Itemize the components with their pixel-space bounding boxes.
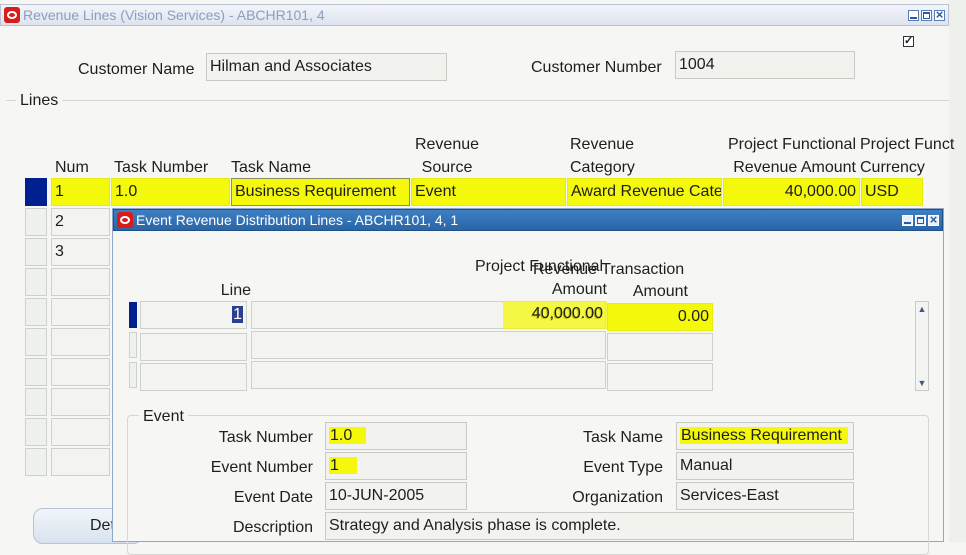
row-selector[interactable] (25, 418, 47, 446)
row-1-num[interactable]: 1 (51, 178, 110, 206)
event-number-field[interactable]: 1 (325, 452, 467, 480)
window-right-edge (949, 0, 966, 542)
scroll-down-icon[interactable]: ▼ (917, 378, 927, 388)
row-selector[interactable] (25, 388, 47, 416)
description-field[interactable]: Strategy and Analysis phase is complete. (325, 512, 854, 540)
dialog-window-controls (902, 212, 939, 227)
row-num-empty[interactable] (51, 268, 110, 296)
dialog-title-bar[interactable]: Event Revenue Distribution Lines - ABCHR… (113, 209, 943, 231)
event-date-field[interactable]: 10-JUN-2005 (325, 482, 467, 510)
row-num-empty[interactable] (51, 358, 110, 386)
dlg-row-pf-empty[interactable] (251, 361, 606, 389)
lines-group-label: Lines (16, 92, 63, 110)
dlg-vertical-scrollbar[interactable]: ▲ ▼ (915, 301, 929, 391)
dlg-row-1-pf-amount-text: 40,000.00 (531, 305, 603, 322)
dlg-col-rev-txn-1: Revenue Transaction (533, 261, 685, 278)
row-1-task-name[interactable]: Business Requirement (231, 178, 410, 206)
customer-name-label: Customer Name (78, 61, 195, 78)
event-task-number-label: Task Number (218, 429, 313, 446)
row-selector[interactable] (25, 358, 47, 386)
row-1-amount[interactable]: 40,000.00 (723, 178, 860, 206)
row-1-revenue-source[interactable]: Event (411, 178, 566, 206)
col-pf-currency-1: Project Funct (860, 136, 955, 153)
col-task-name: Task Name (231, 159, 312, 176)
organization-field[interactable]: Services-East (676, 482, 854, 510)
lines-divider (6, 100, 949, 101)
event-number-label: Event Number (210, 459, 313, 476)
customer-number-field[interactable]: 1004 (675, 51, 855, 79)
event-task-name-label: Task Name (582, 429, 663, 446)
dlg-row-txn-empty[interactable] (607, 333, 713, 361)
row-selector[interactable] (25, 208, 47, 236)
event-task-name-value: Business Requirement (680, 427, 848, 444)
row-num-empty[interactable] (51, 388, 110, 416)
col-pf-amount-1: Project Functional (727, 136, 856, 153)
row-selector[interactable] (25, 298, 47, 326)
dlg-col-line: Line (220, 282, 251, 299)
customer-name-field[interactable]: Hilman and Associates (206, 53, 447, 81)
maximize-icon[interactable] (915, 214, 926, 226)
dlg-row-1-line[interactable]: 1 (140, 301, 247, 329)
window-title: Revenue Lines (Vision Services) - ABCHR1… (23, 7, 325, 23)
dlg-row-pf-empty[interactable] (251, 331, 606, 359)
row-num-empty[interactable] (51, 448, 110, 476)
minimize-icon[interactable] (902, 214, 913, 226)
row-selector[interactable] (25, 268, 47, 296)
scroll-up-icon[interactable]: ▲ (917, 304, 927, 314)
row-1-currency[interactable]: USD (861, 178, 923, 206)
oracle-logo-icon (4, 7, 20, 23)
dlg-row-1-line-value: 1 (232, 306, 243, 323)
row-num-empty[interactable] (51, 418, 110, 446)
dlg-row-selector[interactable] (129, 332, 137, 358)
event-task-name-field[interactable]: Business Requirement (676, 422, 854, 450)
dlg-col-rev-txn-2: Amount (632, 283, 688, 300)
row-selector[interactable] (25, 328, 47, 356)
maximize-icon[interactable] (921, 9, 932, 21)
row-selector-current[interactable] (25, 178, 47, 206)
description-label: Description (232, 519, 313, 536)
event-group-label: Event (139, 408, 188, 426)
organization-label: Organization (572, 489, 663, 506)
event-task-number-value: 1.0 (329, 427, 367, 444)
row-3-num[interactable]: 3 (51, 238, 110, 266)
close-icon[interactable] (934, 7, 945, 22)
col-revenue-source-2: Source (421, 159, 473, 176)
row-1-task-number[interactable]: 1.0 (111, 178, 230, 206)
row-selector[interactable] (25, 238, 47, 266)
col-task-number: Task Number (114, 159, 209, 176)
window-controls (908, 7, 945, 22)
row-1-revenue-category[interactable]: Award Revenue Cate (567, 178, 722, 206)
minimize-icon[interactable] (908, 9, 919, 21)
window-checkbox[interactable]: ✓ (903, 36, 914, 47)
row-num-empty[interactable] (51, 298, 110, 326)
customer-number-label: Customer Number (531, 59, 662, 76)
col-num: Num (55, 159, 89, 176)
dlg-row-line-empty[interactable] (140, 363, 247, 391)
close-icon[interactable] (928, 212, 939, 227)
col-pf-amount-2: Revenue Amount (733, 159, 856, 176)
dlg-col-pf-amount-2: Amount (551, 281, 607, 298)
oracle-logo-icon (117, 212, 133, 228)
row-num-empty[interactable] (51, 328, 110, 356)
dlg-row-1-txn-amount[interactable]: 0.00 (607, 303, 713, 331)
main-title-bar[interactable]: Revenue Lines (Vision Services) - ABCHR1… (0, 4, 949, 26)
row-selector[interactable] (25, 448, 47, 476)
col-revenue-category-2: Category (570, 159, 635, 176)
col-revenue-category-1: Revenue (570, 136, 635, 153)
dlg-row-selector[interactable] (129, 362, 137, 388)
event-type-label: Event Type (583, 459, 663, 476)
col-revenue-source-1: Revenue (414, 136, 480, 153)
event-date-label: Event Date (233, 489, 313, 506)
event-type-field[interactable]: Manual (676, 452, 854, 480)
row-2-num[interactable]: 2 (51, 208, 110, 236)
event-number-value: 1 (329, 457, 357, 474)
dialog-title: Event Revenue Distribution Lines - ABCHR… (136, 212, 459, 228)
dlg-row-selector-current[interactable] (129, 302, 137, 328)
dlg-row-txn-empty[interactable] (607, 363, 713, 391)
event-task-number-field[interactable]: 1.0 (325, 422, 467, 450)
dlg-row-line-empty[interactable] (140, 333, 247, 361)
col-pf-currency-2: Currency (860, 159, 925, 176)
event-distribution-dialog[interactable]: Event Revenue Distribution Lines - ABCHR… (112, 208, 944, 555)
